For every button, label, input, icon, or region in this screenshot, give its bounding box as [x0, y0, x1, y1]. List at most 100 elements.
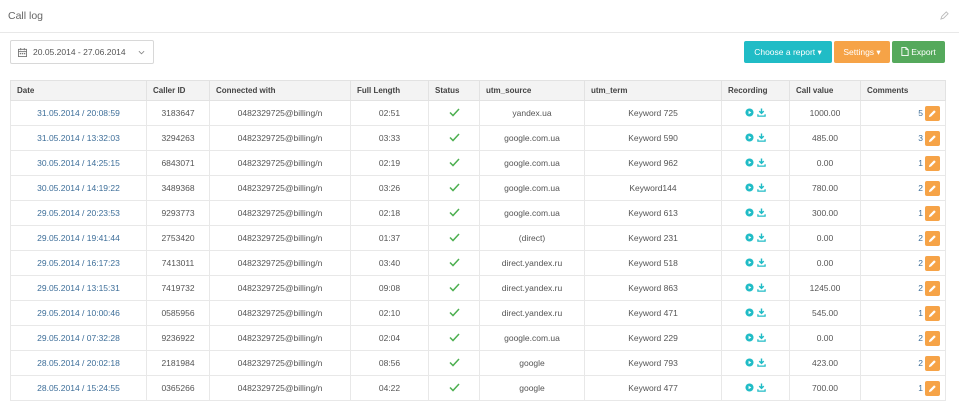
edit-comment-button[interactable] — [925, 206, 940, 221]
column-header[interactable]: Full Length — [350, 80, 429, 101]
call-date-link[interactable]: 28.05.2014 / 20:02:18 — [10, 350, 147, 376]
download-icon[interactable] — [757, 382, 766, 392]
connected-with: 0482329725@billing/n — [209, 175, 351, 201]
column-header[interactable]: Date — [10, 80, 147, 101]
utm-term: Keyword 590 — [584, 125, 722, 151]
call-value: 0.00 — [789, 325, 861, 351]
choose-report-button[interactable]: Choose a report ▾ — [744, 41, 832, 63]
table-row[interactable]: 30.05.2014 / 14:25:15 6843071 0482329725@b… — [10, 150, 946, 176]
table-row[interactable]: 31.05.2014 / 20:08:59 3183647 0482329725@b… — [10, 100, 946, 126]
download-icon[interactable] — [757, 157, 766, 167]
play-icon[interactable] — [745, 307, 754, 317]
comments-count[interactable]: 3 — [918, 133, 923, 143]
table-row[interactable]: 29.05.2014 / 19:41:44 2753420 0482329725@b… — [10, 225, 946, 251]
edit-corner-icon[interactable] — [940, 11, 949, 20]
table-row[interactable]: 29.05.2014 / 13:15:31 7419732 0482329725@b… — [10, 275, 946, 301]
table-row[interactable]: 29.05.2014 / 16:17:23 7413011 0482329725@b… — [10, 250, 946, 276]
download-icon[interactable] — [757, 232, 766, 242]
call-date-link[interactable]: 29.05.2014 / 20:23:53 — [10, 200, 147, 226]
recording-cell — [721, 250, 790, 276]
play-icon[interactable] — [745, 207, 754, 217]
comments-count[interactable]: 2 — [918, 258, 923, 268]
call-date-link[interactable]: 31.05.2014 / 20:08:59 — [10, 100, 147, 126]
pencil-icon — [928, 260, 936, 268]
download-icon[interactable] — [757, 257, 766, 267]
recording-cell — [721, 375, 790, 401]
edit-comment-button[interactable] — [925, 156, 940, 171]
comments-count[interactable]: 2 — [918, 333, 923, 343]
column-header[interactable]: Comments — [860, 80, 946, 101]
table-row[interactable]: 30.05.2014 / 14:19:22 3489368 0482329725@b… — [10, 175, 946, 201]
comments-count[interactable]: 1 — [918, 208, 923, 218]
call-date-link[interactable]: 28.05.2014 / 15:24:55 — [10, 375, 147, 401]
column-header[interactable]: utm_term — [584, 80, 722, 101]
caller-id: 9293773 — [146, 200, 210, 226]
comments-count[interactable]: 2 — [918, 283, 923, 293]
comments-count[interactable]: 2 — [918, 233, 923, 243]
connected-with: 0482329725@billing/n — [209, 250, 351, 276]
comments-cell: 2 — [860, 175, 946, 201]
table-row[interactable]: 29.05.2014 / 07:32:28 9236922 0482329725@b… — [10, 325, 946, 351]
call-date-link[interactable]: 29.05.2014 / 19:41:44 — [10, 225, 147, 251]
edit-comment-button[interactable] — [925, 306, 940, 321]
table-row[interactable]: 28.05.2014 / 15:24:55 0365266 0482329725@b… — [10, 375, 946, 401]
comments-count[interactable]: 1 — [918, 158, 923, 168]
edit-comment-button[interactable] — [925, 281, 940, 296]
column-header[interactable]: Status — [428, 80, 480, 101]
comments-count[interactable]: 5 — [918, 108, 923, 118]
play-icon[interactable] — [745, 157, 754, 167]
edit-comment-button[interactable] — [925, 106, 940, 121]
pencil-icon — [928, 385, 936, 393]
call-date-link[interactable]: 31.05.2014 / 13:32:03 — [10, 125, 147, 151]
comments-count[interactable]: 1 — [918, 383, 923, 393]
settings-button[interactable]: Settings ▾ — [834, 41, 890, 63]
call-date-link[interactable]: 29.05.2014 / 07:32:28 — [10, 325, 147, 351]
call-date-link[interactable]: 29.05.2014 / 16:17:23 — [10, 250, 147, 276]
table-row[interactable]: 31.05.2014 / 13:32:03 3294263 0482329725@b… — [10, 125, 946, 151]
edit-comment-button[interactable] — [925, 131, 940, 146]
date-range-picker[interactable]: 20.05.2014 - 27.06.2014 — [10, 40, 154, 64]
comments-count[interactable]: 2 — [918, 183, 923, 193]
edit-comment-button[interactable] — [925, 231, 940, 246]
edit-comment-button[interactable] — [925, 181, 940, 196]
call-date-link[interactable]: 30.05.2014 / 14:19:22 — [10, 175, 147, 201]
table-row[interactable]: 29.05.2014 / 10:00:46 0585956 0482329725@b… — [10, 300, 946, 326]
play-icon[interactable] — [745, 357, 754, 367]
play-icon[interactable] — [745, 257, 754, 267]
edit-comment-button[interactable] — [925, 256, 940, 271]
download-icon[interactable] — [757, 357, 766, 367]
play-icon[interactable] — [745, 182, 754, 192]
download-icon[interactable] — [757, 182, 766, 192]
column-header[interactable]: Recording — [721, 80, 790, 101]
utm-source: google.com.ua — [479, 175, 585, 201]
column-header[interactable]: Caller ID — [146, 80, 210, 101]
edit-comment-button[interactable] — [925, 356, 940, 371]
download-icon[interactable] — [757, 332, 766, 342]
comments-count[interactable]: 2 — [918, 358, 923, 368]
play-icon[interactable] — [745, 382, 754, 392]
column-header[interactable]: Connected with — [209, 80, 351, 101]
comments-count[interactable]: 1 — [918, 308, 923, 318]
connected-with: 0482329725@billing/n — [209, 375, 351, 401]
play-icon[interactable] — [745, 282, 754, 292]
edit-comment-button[interactable] — [925, 331, 940, 346]
download-icon[interactable] — [757, 307, 766, 317]
play-icon[interactable] — [745, 332, 754, 342]
play-icon[interactable] — [745, 107, 754, 117]
call-date-link[interactable]: 30.05.2014 / 14:25:15 — [10, 150, 147, 176]
play-icon[interactable] — [745, 232, 754, 242]
column-header[interactable]: Call value — [789, 80, 861, 101]
column-header[interactable]: utm_source — [479, 80, 585, 101]
table-row[interactable]: 29.05.2014 / 20:23:53 9293773 0482329725@b… — [10, 200, 946, 226]
play-icon[interactable] — [745, 132, 754, 142]
edit-comment-button[interactable] — [925, 381, 940, 396]
export-button[interactable]: Export — [892, 41, 945, 63]
download-icon[interactable] — [757, 207, 766, 217]
download-icon[interactable] — [757, 107, 766, 117]
comments-cell: 5 — [860, 100, 946, 126]
call-date-link[interactable]: 29.05.2014 / 10:00:46 — [10, 300, 147, 326]
download-icon[interactable] — [757, 132, 766, 142]
download-icon[interactable] — [757, 282, 766, 292]
call-date-link[interactable]: 29.05.2014 / 13:15:31 — [10, 275, 147, 301]
table-row[interactable]: 28.05.2014 / 20:02:18 2181984 0482329725@b… — [10, 350, 946, 376]
